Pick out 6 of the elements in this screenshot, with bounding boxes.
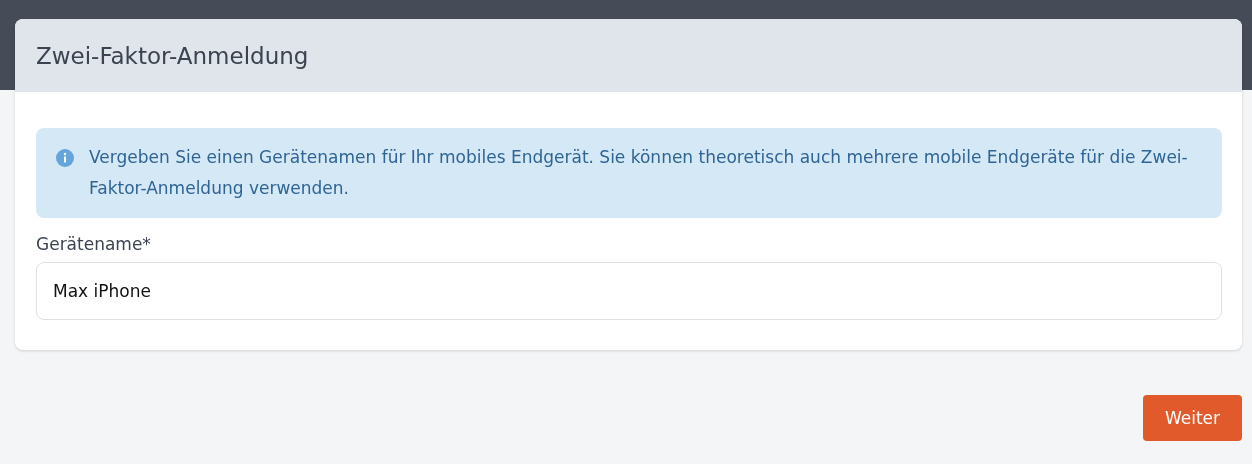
info-icon xyxy=(56,149,74,167)
next-button[interactable]: Weiter xyxy=(1142,395,1242,441)
field-label: Gerätename* xyxy=(36,234,152,254)
card-title: Zwei-Faktor-Anmeldung xyxy=(36,42,309,69)
device-name-field[interactable]: Max iPhone xyxy=(36,262,1222,320)
info-text: Vergeben Sie einen Gerätenamen für Ihr mobiles Endgerät. Sie können theoretisch auch mehrere mobile Endgeräte für die Zwei-Faktor-Anmeldung verwenden. xyxy=(89,146,1189,200)
